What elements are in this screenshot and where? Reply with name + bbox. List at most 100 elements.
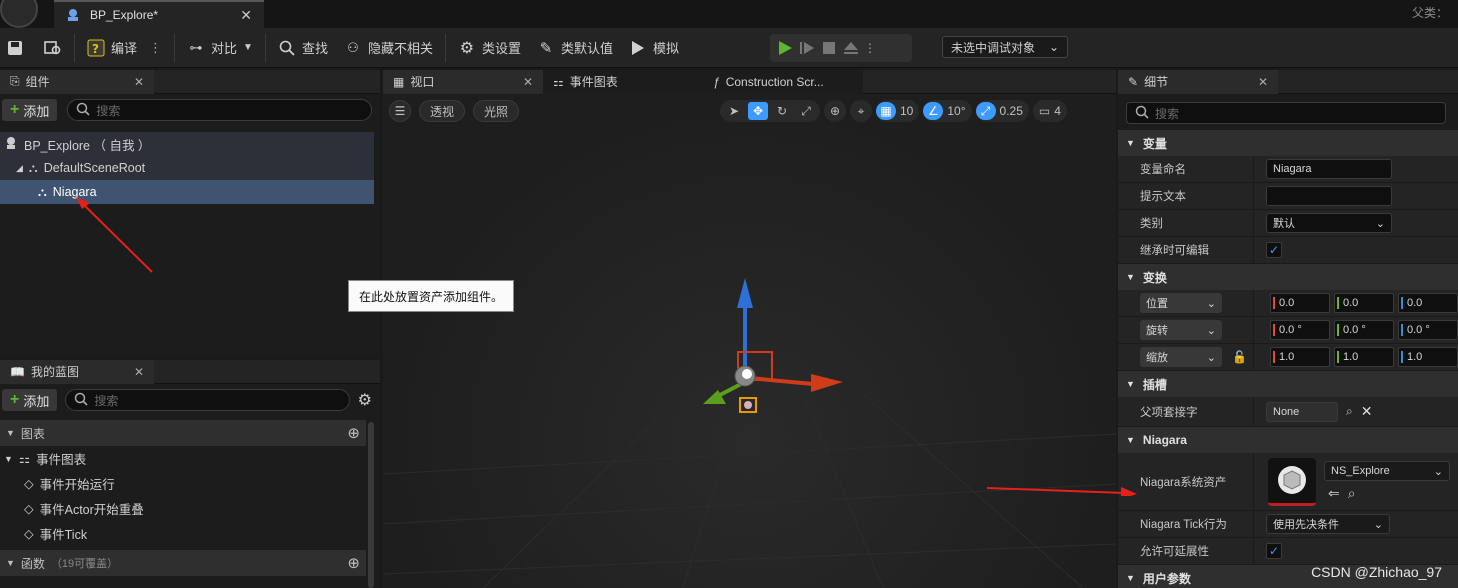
simulate-button[interactable]: 模拟: [621, 28, 687, 68]
scale-x-input[interactable]: 1.0: [1270, 347, 1330, 367]
category-combo[interactable]: 默认 ⌄: [1266, 213, 1392, 233]
tab-construction-script[interactable]: ƒ Construction Scr...: [703, 69, 863, 94]
hide-unrelated-button[interactable]: ⚇ 隐藏不相关: [336, 28, 441, 68]
graphs-label: 图表: [20, 426, 45, 441]
lock-icon[interactable]: 🔓: [1232, 350, 1247, 364]
tree-item-defaultsceneroot[interactable]: ◢ ⛬ DefaultSceneRoot: [0, 156, 374, 180]
class-settings-button[interactable]: ⚙ 类设置: [450, 28, 529, 68]
tree-item-self[interactable]: BP_Explore （ 自我 ）: [0, 132, 374, 156]
plus-icon: +: [10, 391, 20, 408]
allow-scalability-checkbox[interactable]: ✓: [1266, 543, 1282, 559]
graphs-section[interactable]: ▼ 图表 ⊕: [0, 420, 366, 446]
collapse-arrow-icon: ▼: [1126, 435, 1135, 445]
functions-section[interactable]: ▼ 函数 （19可覆盖） ⊕: [0, 550, 366, 576]
rotation-y-input[interactable]: 0.0 °: [1334, 320, 1394, 340]
scale-mode-combo[interactable]: 缩放 ⌄: [1140, 347, 1222, 367]
compile-button[interactable]: ? 编译 ⋮: [79, 28, 170, 68]
browse-asset-icon[interactable]: ⌕: [1348, 485, 1356, 502]
transform-gizmo[interactable]: [703, 278, 843, 413]
rotation-z-input[interactable]: 0.0 °: [1398, 320, 1458, 340]
camera-speed-control[interactable]: ▭ 4: [1032, 100, 1067, 122]
blueprint-search-input[interactable]: 搜索: [65, 389, 350, 411]
play-options-icon[interactable]: ⋮: [864, 41, 876, 55]
stop-icon[interactable]: [820, 39, 838, 57]
search-placeholder: 搜索: [96, 103, 121, 118]
details-search-input[interactable]: 搜索: [1126, 102, 1446, 124]
save-icon[interactable]: [6, 39, 24, 57]
close-icon[interactable]: ✕: [134, 365, 144, 379]
scale-snap-control[interactable]: ⤢ 0.25: [975, 100, 1029, 122]
variable-name-input[interactable]: Niagara: [1266, 159, 1392, 179]
eject-icon[interactable]: [842, 39, 860, 57]
inherit-editable-checkbox[interactable]: ✓: [1266, 242, 1282, 258]
close-icon[interactable]: ✕: [134, 75, 144, 89]
more-icon[interactable]: ⋮: [149, 40, 162, 56]
search-placeholder: 搜索: [94, 393, 119, 408]
scale-z-input[interactable]: 1.0: [1398, 347, 1458, 367]
add-circle-icon[interactable]: ⊕: [347, 554, 360, 572]
drop-asset-tooltip: 在此处放置资产添加组件。: [348, 280, 515, 312]
section-variable[interactable]: ▼ 变量: [1118, 130, 1458, 156]
viewport-options-icon[interactable]: ☰: [389, 100, 411, 122]
rotation-mode-combo[interactable]: 旋转 ⌄: [1140, 320, 1222, 340]
tab-event-graph[interactable]: ⚏ 事件图表: [543, 69, 703, 94]
surface-snap-icon[interactable]: ⌖: [850, 100, 872, 122]
rotation-snap-control[interactable]: ∠ 10°: [923, 100, 972, 122]
event-item[interactable]: ◇ 事件开始运行: [0, 471, 380, 496]
class-defaults-button[interactable]: ✎ 类默认值: [529, 28, 621, 68]
niagara-asset-combo[interactable]: NS_Explore ⌄: [1324, 461, 1450, 481]
tick-behavior-combo[interactable]: 使用先决条件 ⌄: [1266, 514, 1390, 534]
location-y-input[interactable]: 0.0: [1334, 293, 1394, 313]
property-label: 继承时可编辑: [1118, 237, 1254, 263]
components-search-input[interactable]: 搜索: [67, 99, 372, 121]
tab-components[interactable]: ⎘ 组件 ✕: [0, 69, 154, 94]
select-mode-icon[interactable]: ➤: [724, 102, 744, 120]
section-transform[interactable]: ▼ 变换: [1118, 264, 1458, 290]
asset-thumbnail[interactable]: [1268, 457, 1316, 506]
location-z-input[interactable]: 0.0: [1398, 293, 1458, 313]
close-icon[interactable]: ✕: [523, 75, 533, 89]
section-socket[interactable]: ▼ 插槽: [1118, 371, 1458, 397]
coordinate-space-icon[interactable]: ⊕: [824, 100, 846, 122]
scale-mode-icon[interactable]: ⤢: [796, 102, 816, 120]
play-icon[interactable]: [776, 39, 794, 57]
perspective-button[interactable]: 透视: [419, 100, 466, 122]
use-selected-icon[interactable]: ⇐: [1328, 485, 1340, 502]
event-item[interactable]: ◇ 事件Tick: [0, 521, 380, 546]
add-circle-icon[interactable]: ⊕: [347, 424, 360, 442]
gear-icon[interactable]: ⚙: [358, 390, 372, 410]
tree-item-niagara[interactable]: ⛬ Niagara: [0, 180, 374, 204]
event-graph-item[interactable]: ▼ ⚏ 事件图表: [0, 446, 380, 471]
step-icon[interactable]: [798, 39, 816, 57]
add-member-button[interactable]: + 添加: [2, 389, 58, 411]
document-tab[interactable]: BP_Explore* ✕: [54, 0, 264, 28]
rotate-mode-icon[interactable]: ↻: [772, 102, 792, 120]
hide-unrelated-label: 隐藏不相关: [367, 41, 433, 56]
viewport-canvas[interactable]: [383, 94, 1116, 588]
section-niagara[interactable]: ▼ Niagara: [1118, 427, 1458, 453]
rotation-x-input[interactable]: 0.0 °: [1270, 320, 1330, 340]
find-button[interactable]: 查找: [270, 28, 336, 68]
scrollbar[interactable]: [368, 422, 374, 588]
tab-viewport[interactable]: ▦ 视口 ✕: [383, 69, 543, 94]
scale-y-input[interactable]: 1.0: [1334, 347, 1394, 367]
debug-object-select[interactable]: 未选中调试对象 ⌄: [942, 36, 1068, 58]
clear-icon[interactable]: ✕: [1361, 403, 1373, 420]
tab-my-blueprint[interactable]: 📖 我的蓝图 ✕: [0, 359, 154, 384]
browse-socket-icon[interactable]: ⌕: [1346, 404, 1353, 419]
grid-snap-control[interactable]: ▦ 10: [876, 100, 920, 122]
location-x-input[interactable]: 0.0: [1270, 293, 1330, 313]
lit-mode-button[interactable]: 光照: [473, 100, 520, 122]
event-item[interactable]: ◇ 事件Actor开始重叠: [0, 496, 380, 521]
tab-details[interactable]: ✎ 细节 ✕: [1118, 70, 1278, 94]
add-component-button[interactable]: + 添加: [2, 99, 58, 121]
location-mode-combo[interactable]: 位置 ⌄: [1140, 293, 1222, 313]
translate-mode-icon[interactable]: ✥: [748, 102, 768, 120]
tooltip-input[interactable]: [1266, 186, 1392, 206]
row-location: 位置 ⌄ 0.0 0.0 0.0: [1118, 290, 1458, 317]
scale-snap-icon: ⤢: [975, 102, 996, 120]
close-icon[interactable]: ✕: [1258, 75, 1268, 89]
close-icon[interactable]: ✕: [240, 7, 252, 24]
diff-button[interactable]: ⊶ 对比 ▼: [179, 28, 261, 68]
browse-icon[interactable]: [44, 39, 62, 57]
